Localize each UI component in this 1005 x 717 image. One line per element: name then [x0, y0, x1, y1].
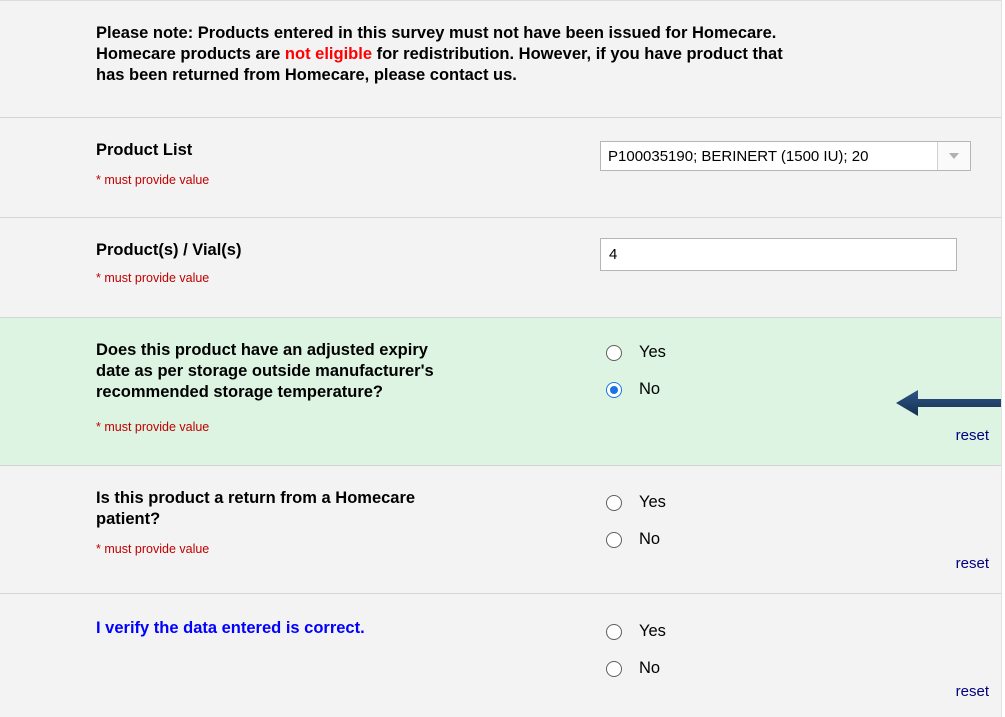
homecare-notice: Please note: Products entered in this su…	[0, 0, 1001, 118]
homecare-return-label-line-2: patient?	[96, 510, 161, 528]
verify-no-radio[interactable]	[606, 661, 622, 677]
homecare-return-yes-label[interactable]: Yes	[639, 493, 666, 512]
adjusted-expiry-label-line-1: Does this product have an adjusted expir…	[96, 341, 428, 359]
notice-line-2-start: Homecare products are	[96, 45, 285, 63]
product-list-label: Product List	[96, 141, 193, 159]
verify-yes-label[interactable]: Yes	[639, 622, 666, 641]
homecare-return-no-label[interactable]: No	[639, 530, 660, 549]
homecare-return-row: Is this product a return from a Homecare…	[0, 466, 1001, 594]
homecare-return-no-radio[interactable]	[606, 532, 622, 548]
chevron-down-icon[interactable]	[937, 142, 970, 170]
adjusted-expiry-label: Does this product have an adjusted expir…	[96, 340, 434, 403]
vials-required: * must provide value	[96, 271, 210, 285]
adjusted-expiry-required: * must provide value	[96, 420, 210, 434]
verify-row: I verify the data entered is correct. Ye…	[0, 594, 1001, 717]
verify-reset-link[interactable]: reset	[956, 683, 989, 700]
homecare-return-required: * must provide value	[96, 542, 210, 556]
survey-form: Please note: Products entered in this su…	[0, 0, 1002, 717]
homecare-return-label-line-1: Is this product a return from a Homecare	[96, 489, 416, 507]
adjusted-expiry-yes-label[interactable]: Yes	[639, 343, 666, 362]
adjusted-expiry-no-label[interactable]: No	[639, 380, 660, 399]
left-arrow-icon	[896, 390, 1001, 416]
homecare-return-label: Is this product a return from a Homecare…	[96, 488, 415, 530]
verify-no-label[interactable]: No	[639, 659, 660, 678]
notice-text: Please note: Products entered in this su…	[96, 23, 991, 86]
homecare-return-yes-radio[interactable]	[606, 495, 622, 511]
adjusted-expiry-reset-link[interactable]: reset	[956, 427, 989, 444]
adjusted-expiry-label-line-3: recommended storage temperature?	[96, 383, 384, 401]
notice-line-1: Please note: Products entered in this su…	[96, 24, 777, 42]
product-list-required: * must provide value	[96, 173, 210, 187]
verify-yes-radio[interactable]	[606, 624, 622, 640]
adjusted-expiry-row: Does this product have an adjusted expir…	[0, 318, 1001, 466]
product-list-select[interactable]: P100035190; BERINERT (1500 IU); 20	[600, 141, 971, 171]
homecare-return-reset-link[interactable]: reset	[956, 555, 989, 572]
verify-label: I verify the data entered is correct.	[96, 619, 365, 637]
product-list-selected-value: P100035190; BERINERT (1500 IU); 20	[608, 148, 869, 165]
adjusted-expiry-label-line-2: date as per storage outside manufacturer…	[96, 362, 434, 380]
vials-label: Product(s) / Vial(s)	[96, 241, 242, 259]
notice-line-2: Homecare products are not eligible for r…	[96, 44, 991, 65]
adjusted-expiry-no-radio[interactable]	[606, 382, 622, 398]
not-eligible-highlight: not eligible	[284, 45, 372, 63]
adjusted-expiry-yes-radio[interactable]	[606, 345, 622, 361]
notice-line-2-end: for redistribution. However, if you have…	[372, 45, 783, 63]
vials-input[interactable]	[600, 238, 957, 271]
notice-line-3: has been returned from Homecare, please …	[96, 66, 517, 84]
